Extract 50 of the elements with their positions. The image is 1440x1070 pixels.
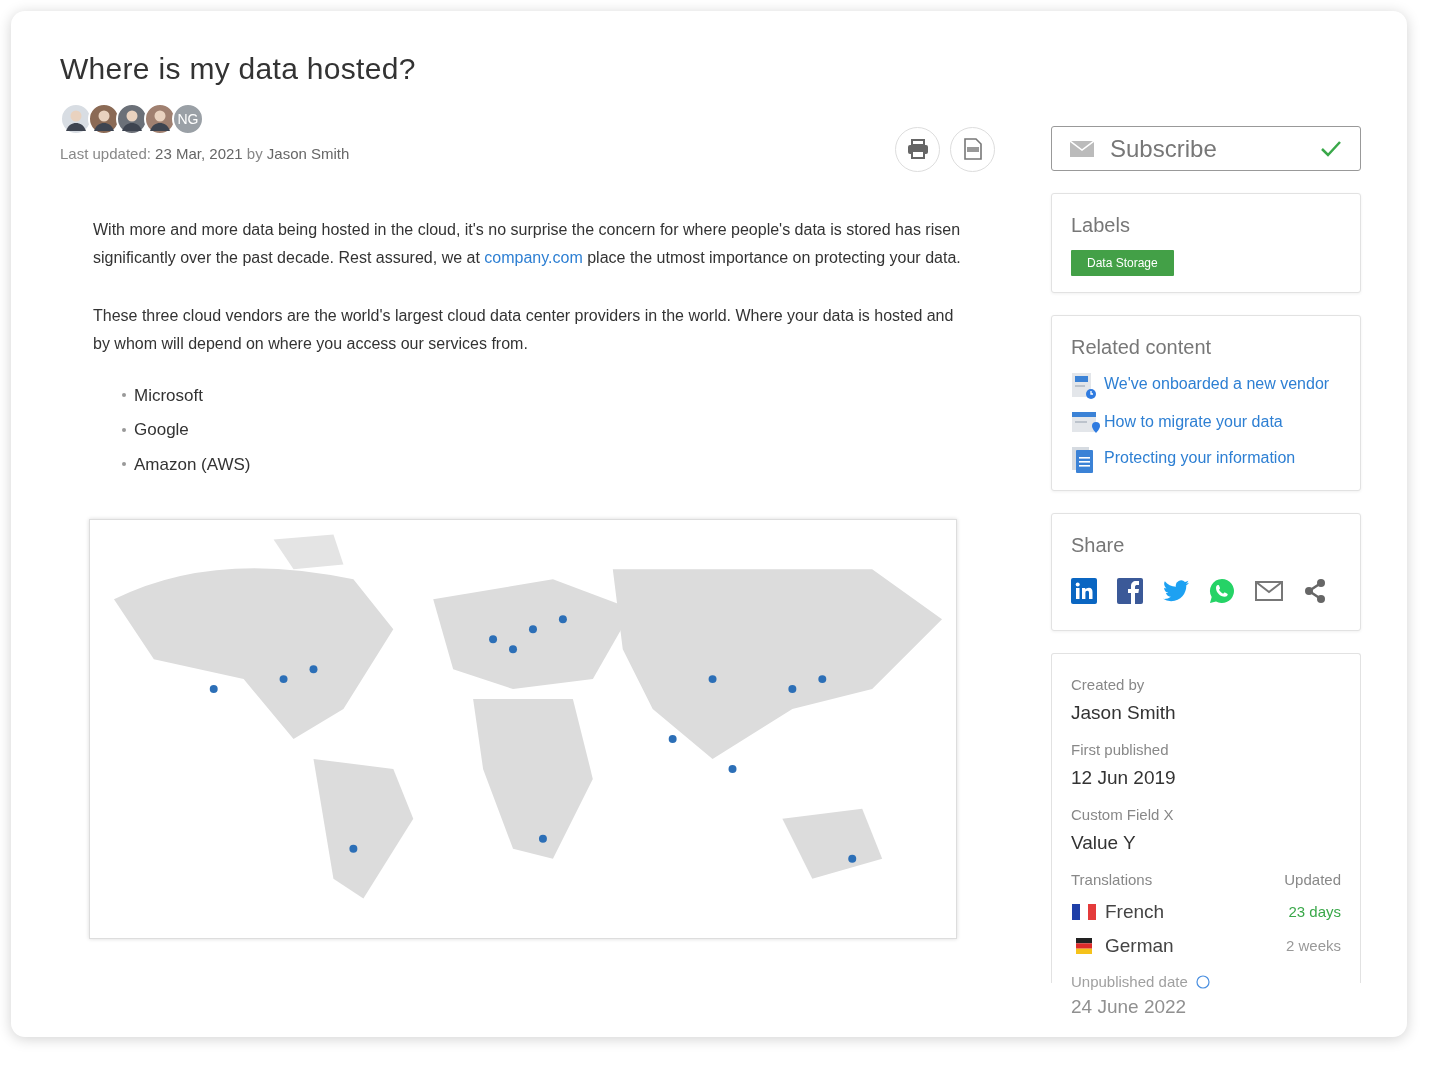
related-link[interactable]: Protecting your information [1104,446,1296,470]
avatar[interactable]: NG [172,103,204,135]
updated-time: 2 weeks [1285,936,1341,956]
body-paragraph: These three cloud vendors are the world's largest cloud data center providers in the world. Where your data is hosted and by whom will depend on where you access our services from. [93,305,955,354]
bullet-icon [122,462,126,467]
avatar[interactable] [116,103,148,135]
field-label: Translations [1071,870,1153,890]
column-heading: Updated [1284,870,1341,890]
avatar[interactable] [88,103,120,135]
language-name[interactable]: French [1105,897,1165,926]
help-icon [1195,974,1210,989]
company-link[interactable]: company.com [484,249,583,266]
card-heading: Labels [1071,213,1131,238]
envelope-icon [1070,140,1094,157]
document-icon [1071,446,1095,474]
card-heading: Related content [1071,335,1213,360]
language-name[interactable]: German [1105,932,1174,961]
flag-icon [1071,903,1097,920]
bullet-item: Amazon (AWS) [134,453,251,476]
share-icon[interactable] [1303,578,1327,604]
article-title: Where is my data hosted? [60,51,417,87]
bullet-icon [122,393,126,398]
related-link[interactable]: How to migrate your data [1104,410,1283,434]
avatar[interactable] [144,103,176,135]
field-value: Value Y [1071,830,1137,855]
last-updated-text: Last updated: 23 Mar, 2021 by Jason Smith [60,144,350,164]
subscribe-button[interactable]: Subscribe [1051,126,1361,171]
bird-icon[interactable] [1163,580,1189,602]
linkedin-icon[interactable] [1071,578,1097,604]
file-icon [963,138,982,160]
field-label: Custom Field X [1071,805,1175,825]
body-paragraph: With more and more data being hosted in the cloud, it's no surprise the concern for where people's data is stored has risen significantly over the past decade. Rest assured, we at company.com place the utmost importance on protecting your data. [93,219,962,268]
field-value: Jason Smith [1071,700,1177,725]
field-label: Unpublished date [1071,971,1188,992]
print-icon [906,139,929,159]
label-tag[interactable]: Data Storage [1071,250,1174,276]
bullet-icon [122,427,126,432]
field-label: Created by [1071,675,1146,695]
related-link[interactable]: We've onboarded a new vendor [1104,372,1330,396]
bullet-item: Google [134,419,189,441]
field-value: 12 Jun 2019 [1071,765,1177,790]
field-label: First published [1071,740,1170,760]
updated-time: 23 days [1288,901,1341,922]
field-value: 24 June 2022 [1071,995,1188,1019]
avatar[interactable] [60,103,92,135]
document-clock-icon [1071,372,1097,400]
facebook-icon[interactable] [1117,578,1143,604]
mail-icon[interactable] [1255,581,1283,601]
card-heading: Share [1071,533,1126,558]
bullet-item: Microsoft [134,384,203,407]
